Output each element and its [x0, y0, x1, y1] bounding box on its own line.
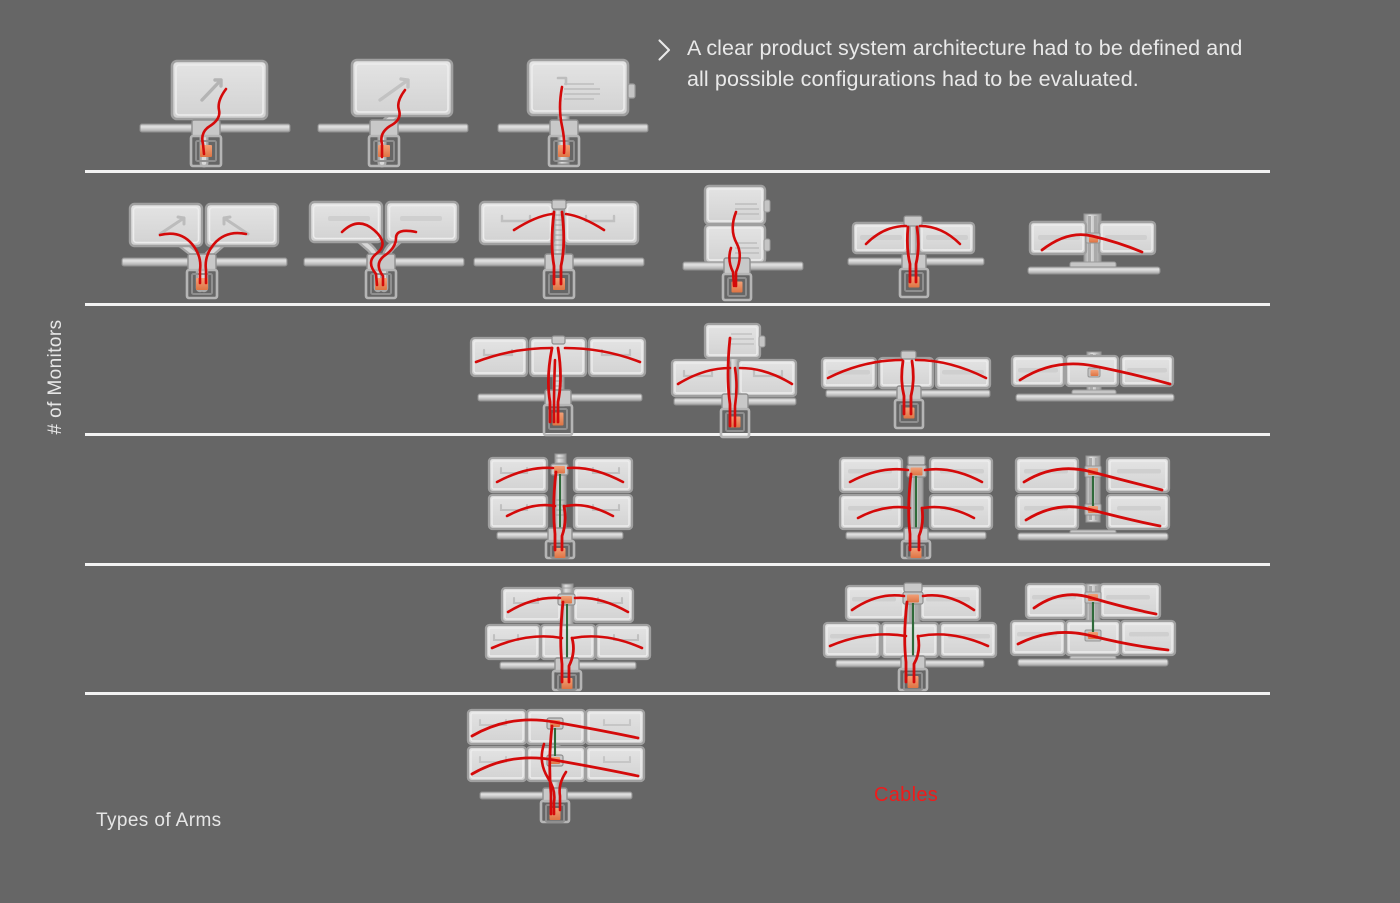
cables-legend-label: Cables — [874, 784, 939, 806]
chevron-right-icon — [658, 39, 671, 61]
row-divider-5 — [85, 692, 1270, 695]
config-2monitors-straight-post-arm[interactable] — [473, 188, 645, 300]
config-5monitors-crossbar-clamp-arm[interactable] — [822, 580, 998, 692]
config-2monitors-dual-pivot-arm[interactable] — [303, 188, 465, 300]
header-callout: A clear product system architecture had … — [658, 33, 1388, 95]
config-2monitors-crossbar-clamp-arm[interactable] — [838, 192, 994, 299]
config-3monitors-straight-post-arm[interactable] — [468, 330, 648, 438]
y-axis-label: # of Monitors — [45, 319, 66, 435]
config-3monitors-stacked-post-arm[interactable] — [668, 322, 802, 439]
row-divider-4 — [85, 563, 1270, 566]
config-5monitors-crossbar-freestanding-arm[interactable] — [1009, 580, 1177, 672]
x-axis-label: Types of Arms — [96, 810, 222, 831]
config-4monitors-straight-post-arm[interactable] — [485, 450, 635, 560]
row-divider-1 — [85, 170, 1270, 173]
row-divider-2 — [85, 303, 1270, 306]
config-1monitor-straight-post-arm[interactable] — [497, 58, 649, 170]
config-2monitors-single-pivot-arm[interactable] — [121, 188, 288, 300]
config-4monitors-crossbar-freestanding-arm[interactable] — [1012, 450, 1172, 542]
diagram-canvas: A clear product system architecture had … — [0, 0, 1400, 903]
header-text: A clear product system architecture had … — [687, 36, 1243, 91]
config-6monitors-straight-post-arm[interactable] — [466, 704, 646, 824]
config-4monitors-crossbar-clamp-arm[interactable] — [836, 450, 996, 560]
config-3monitors-crossbar-freestanding-arm[interactable] — [1010, 346, 1180, 418]
config-1monitor-dual-pivot-arm[interactable] — [317, 58, 469, 170]
config-2monitors-crossbar-freestanding-arm[interactable] — [1014, 192, 1174, 298]
config-3monitors-crossbar-clamp-arm[interactable] — [818, 346, 998, 430]
config-5monitors-straight-post-arm[interactable] — [484, 580, 652, 692]
config-2monitors-stacked-post-arm[interactable] — [682, 182, 804, 302]
config-1monitor-single-pivot-arm[interactable] — [139, 58, 291, 170]
